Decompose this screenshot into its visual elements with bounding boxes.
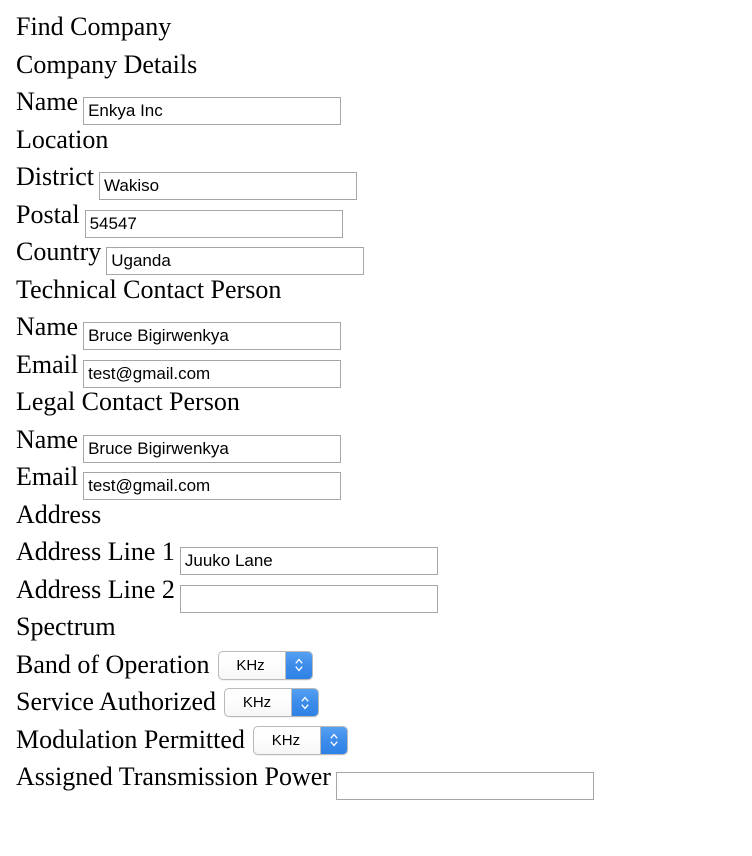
company-name-label: Name <box>16 87 79 116</box>
section-heading-spectrum: Spectrum <box>16 612 116 641</box>
technical-contact-email-label: Email <box>16 349 79 379</box>
legal-contact-heading-row: Legal Contact Person <box>16 383 752 421</box>
page-title: Find Company <box>16 12 172 41</box>
find-company-form: Find Company Company Details Name Locati… <box>0 0 752 800</box>
company-name-row: Name <box>16 83 752 125</box>
technical-contact-heading-row: Technical Contact Person <box>16 271 752 309</box>
section-heading-address: Address <box>16 499 102 529</box>
service-authorized-selected-value: KHz <box>242 694 272 711</box>
technical-contact-name-row: Name <box>16 308 752 350</box>
legal-contact-name-row: Name <box>16 421 752 463</box>
company-details-heading-row: Company Details <box>16 46 752 84</box>
address-heading-row: Address <box>16 496 752 534</box>
legal-contact-email-label: Email <box>16 462 79 491</box>
country-label: Country <box>16 237 102 266</box>
section-heading-technical-contact: Technical Contact Person <box>16 274 282 304</box>
modulation-permitted-row: Modulation Permitted KHz <box>16 721 752 759</box>
chevron-up-down-icon[interactable] <box>291 689 318 716</box>
address-line-1-row: Address Line 1 <box>16 533 752 575</box>
location-heading-row: Location <box>16 121 752 159</box>
band-of-operation-select[interactable]: KHz <box>217 650 313 680</box>
service-authorized-label: Service Authorized <box>16 687 216 716</box>
band-of-operation-row: Band of Operation KHz <box>16 646 752 684</box>
section-heading-legal-contact: Legal Contact Person <box>16 387 240 416</box>
address-line-2-input[interactable] <box>179 584 438 613</box>
technical-contact-email-row: Email <box>16 346 752 388</box>
address-line-1-label: Address Line 1 <box>16 537 175 566</box>
spectrum-heading-row: Spectrum <box>16 608 752 646</box>
company-name-input[interactable] <box>83 97 342 125</box>
legal-contact-email-input[interactable] <box>83 472 342 500</box>
address-line-2-label: Address Line 2 <box>16 574 175 604</box>
legal-contact-email-row: Email <box>16 458 752 500</box>
district-label: District <box>16 162 94 191</box>
section-heading-location: Location <box>16 124 109 154</box>
section-heading-company-details: Company Details <box>16 49 198 79</box>
modulation-permitted-label: Modulation Permitted <box>16 724 245 754</box>
technical-contact-name-label: Name <box>16 312 79 341</box>
service-authorized-select[interactable]: KHz <box>224 688 319 717</box>
assigned-transmission-power-row: Assigned Transmission Power <box>16 758 752 800</box>
legal-contact-name-label: Name <box>16 424 79 454</box>
address-line-2-row: Address Line 2 <box>16 571 752 613</box>
district-row: District <box>16 158 752 200</box>
postal-row: Postal <box>16 196 752 238</box>
band-of-operation-label: Band of Operation <box>16 649 210 679</box>
modulation-permitted-select[interactable]: KHz <box>252 725 348 755</box>
country-row: Country <box>16 233 752 275</box>
service-authorized-row: Service Authorized KHz <box>16 683 752 721</box>
modulation-permitted-selected-value: KHz <box>271 731 301 749</box>
postal-label: Postal <box>16 199 80 229</box>
band-of-operation-selected-value: KHz <box>236 656 265 674</box>
chevron-up-down-icon[interactable] <box>319 726 347 754</box>
chevron-up-down-icon[interactable] <box>284 651 312 679</box>
assigned-transmission-power-input[interactable] <box>335 772 594 800</box>
assigned-transmission-power-label: Assigned Transmission Power <box>16 762 331 791</box>
page-title-row: Find Company <box>16 8 752 46</box>
